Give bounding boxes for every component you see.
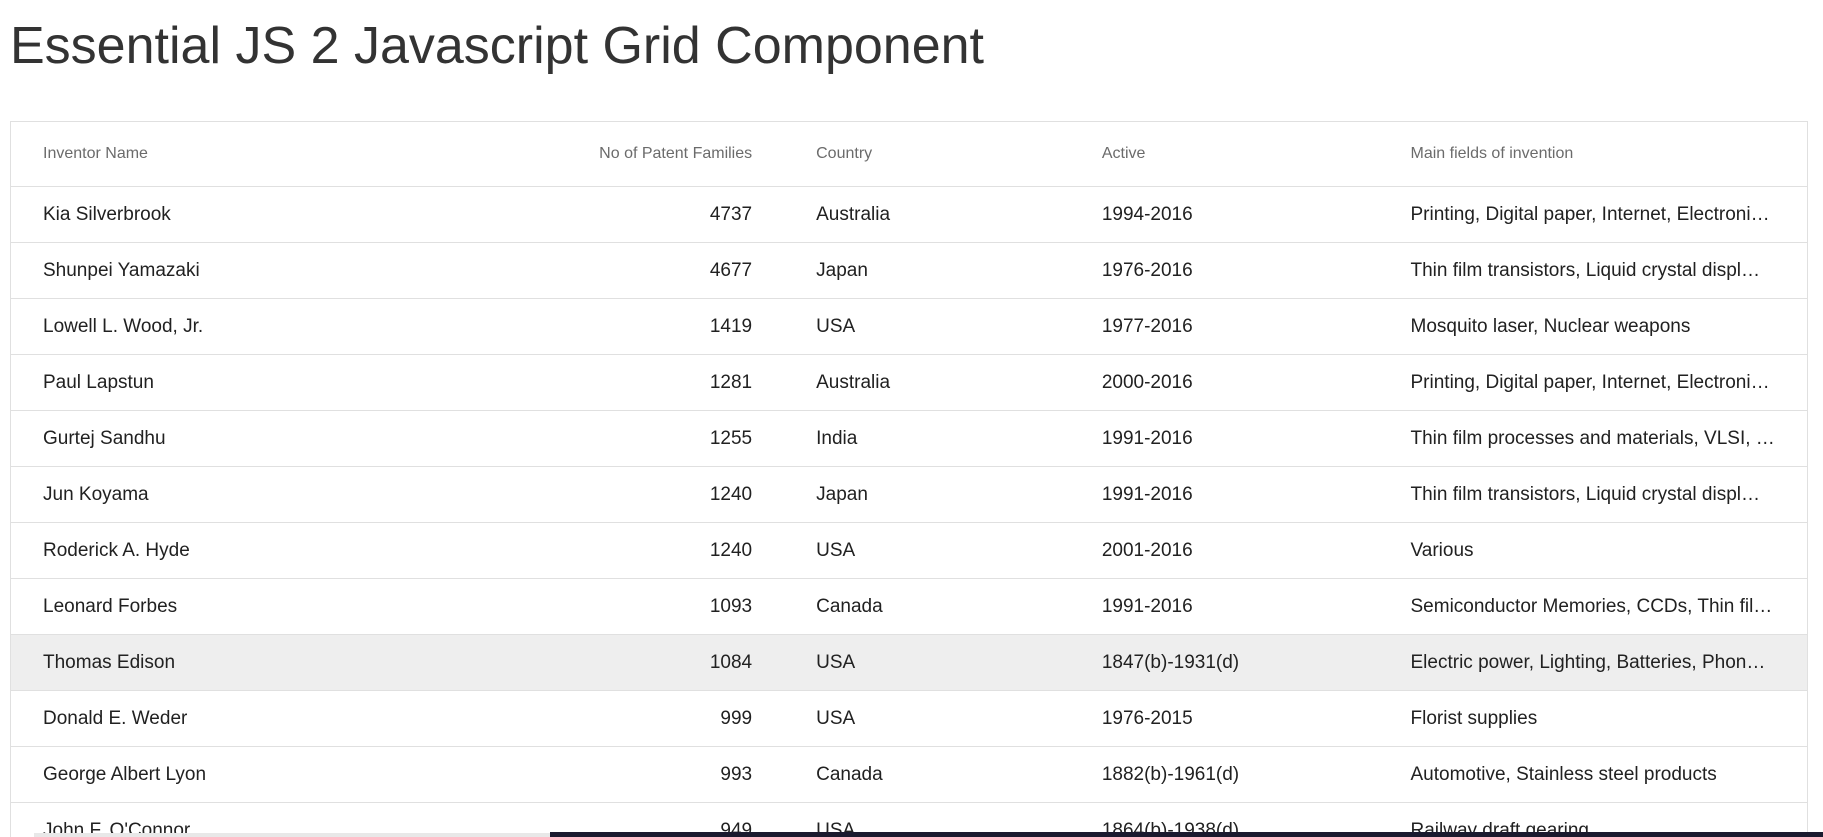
- grid-header-row: Inventor Name No of Patent Families Coun…: [11, 122, 1807, 187]
- cell-country[interactable]: Japan: [784, 260, 1070, 282]
- cell-main-fields[interactable]: Mosquito laser, Nuclear weapons: [1379, 316, 1808, 338]
- cell-patent-families[interactable]: 1084: [484, 652, 784, 674]
- table-row[interactable]: George Albert Lyon 993 Canada 1882(b)-1961(…: [11, 747, 1807, 803]
- cell-main-fields[interactable]: Thin film processes and materials, VLSI,…: [1379, 428, 1808, 450]
- cell-inventor-name[interactable]: Gurtej Sandhu: [11, 428, 484, 450]
- cell-inventor-name[interactable]: Donald E. Weder: [11, 708, 484, 730]
- cell-country[interactable]: Australia: [784, 204, 1070, 226]
- table-row[interactable]: Kia Silverbrook 4737 Australia 1994-2016 Pri…: [11, 187, 1807, 243]
- column-header-main-fields[interactable]: Main fields of invention: [1379, 145, 1808, 163]
- page-title: Essential JS 2 Javascript Grid Component: [10, 17, 984, 75]
- cell-country[interactable]: Japan: [784, 484, 1070, 506]
- cell-main-fields[interactable]: Printing, Digital paper, Internet, Elect…: [1379, 204, 1808, 226]
- cell-inventor-name[interactable]: Thomas Edison: [11, 652, 484, 674]
- table-row[interactable]: Paul Lapstun 1281 Australia 2000-2016 Printi…: [11, 355, 1807, 411]
- table-row[interactable]: Shunpei Yamazaki 4677 Japan 1976-2016 Thin f…: [11, 243, 1807, 299]
- table-row[interactable]: Donald E. Weder 999 USA 1976-2015 Florist su…: [11, 691, 1807, 747]
- cell-inventor-name[interactable]: Roderick A. Hyde: [11, 540, 484, 562]
- cell-country[interactable]: USA: [784, 708, 1070, 730]
- cell-active[interactable]: 1977-2016: [1070, 316, 1379, 338]
- table-row[interactable]: Roderick A. Hyde 1240 USA 2001-2016 Various: [11, 523, 1807, 579]
- cell-patent-families[interactable]: 4737: [484, 204, 784, 226]
- cell-inventor-name[interactable]: Paul Lapstun: [11, 372, 484, 394]
- table-row[interactable]: Leonard Forbes 1093 Canada 1991-2016 Semicon…: [11, 579, 1807, 635]
- cell-country[interactable]: India: [784, 428, 1070, 450]
- grid-body: Kia Silverbrook 4737 Australia 1994-2016 Pri…: [11, 187, 1807, 837]
- column-header-patent-families[interactable]: No of Patent Families: [484, 145, 784, 163]
- cell-patent-families[interactable]: 1255: [484, 428, 784, 450]
- inventor-grid: Inventor Name No of Patent Families Coun…: [10, 121, 1808, 837]
- cell-main-fields[interactable]: Thin film transistors, Liquid crystal di…: [1379, 484, 1808, 506]
- table-row[interactable]: Thomas Edison 1084 USA 1847(b)-1931(d) Elect…: [11, 635, 1807, 691]
- cell-active[interactable]: 2001-2016: [1070, 540, 1379, 562]
- cell-main-fields[interactable]: Thin film transistors, Liquid crystal di…: [1379, 260, 1808, 282]
- cell-country[interactable]: Australia: [784, 372, 1070, 394]
- cell-main-fields[interactable]: Electric power, Lighting, Batteries, Pho…: [1379, 652, 1808, 674]
- cell-main-fields[interactable]: Various: [1379, 540, 1808, 562]
- cell-main-fields[interactable]: Semiconductor Memories, CCDs, Thin fil…: [1379, 596, 1808, 618]
- cell-active[interactable]: 1976-2015: [1070, 708, 1379, 730]
- cell-country[interactable]: Canada: [784, 596, 1070, 618]
- cell-country[interactable]: USA: [784, 652, 1070, 674]
- column-header-country[interactable]: Country: [784, 145, 1070, 163]
- horizontal-scrollbar-track[interactable]: [34, 833, 550, 837]
- cell-inventor-name[interactable]: Kia Silverbrook: [11, 204, 484, 226]
- cell-country[interactable]: Canada: [784, 764, 1070, 786]
- cell-patent-families[interactable]: 1240: [484, 540, 784, 562]
- cell-patent-families[interactable]: 999: [484, 708, 784, 730]
- cell-patent-families[interactable]: 1240: [484, 484, 784, 506]
- cell-country[interactable]: USA: [784, 316, 1070, 338]
- cell-patent-families[interactable]: 1419: [484, 316, 784, 338]
- cell-patent-families[interactable]: 4677: [484, 260, 784, 282]
- table-row[interactable]: Lowell L. Wood, Jr. 1419 USA 1977-2016 Mosqu…: [11, 299, 1807, 355]
- cell-patent-families[interactable]: 993: [484, 764, 784, 786]
- cell-main-fields[interactable]: Automotive, Stainless steel products: [1379, 764, 1808, 786]
- cell-inventor-name[interactable]: Leonard Forbes: [11, 596, 484, 618]
- cell-active[interactable]: 1991-2016: [1070, 484, 1379, 506]
- cell-inventor-name[interactable]: Lowell L. Wood, Jr.: [11, 316, 484, 338]
- cell-patent-families[interactable]: 1093: [484, 596, 784, 618]
- taskbar-strip: [550, 832, 1823, 837]
- column-header-inventor-name[interactable]: Inventor Name: [11, 145, 484, 163]
- cell-active[interactable]: 1882(b)-1961(d): [1070, 764, 1379, 786]
- cell-active[interactable]: 1847(b)-1931(d): [1070, 652, 1379, 674]
- cell-patent-families[interactable]: 1281: [484, 372, 784, 394]
- cell-main-fields[interactable]: Printing, Digital paper, Internet, Elect…: [1379, 372, 1808, 394]
- table-row[interactable]: Jun Koyama 1240 Japan 1991-2016 Thin film tr…: [11, 467, 1807, 523]
- cell-active[interactable]: 1991-2016: [1070, 596, 1379, 618]
- column-header-active[interactable]: Active: [1070, 145, 1379, 163]
- cell-inventor-name[interactable]: Shunpei Yamazaki: [11, 260, 484, 282]
- cell-inventor-name[interactable]: Jun Koyama: [11, 484, 484, 506]
- table-row[interactable]: Gurtej Sandhu 1255 India 1991-2016 Thin film…: [11, 411, 1807, 467]
- cell-active[interactable]: 1976-2016: [1070, 260, 1379, 282]
- cell-main-fields[interactable]: Florist supplies: [1379, 708, 1808, 730]
- cell-active[interactable]: 2000-2016: [1070, 372, 1379, 394]
- cell-active[interactable]: 1994-2016: [1070, 204, 1379, 226]
- cell-inventor-name[interactable]: George Albert Lyon: [11, 764, 484, 786]
- cell-country[interactable]: USA: [784, 540, 1070, 562]
- cell-active[interactable]: 1991-2016: [1070, 428, 1379, 450]
